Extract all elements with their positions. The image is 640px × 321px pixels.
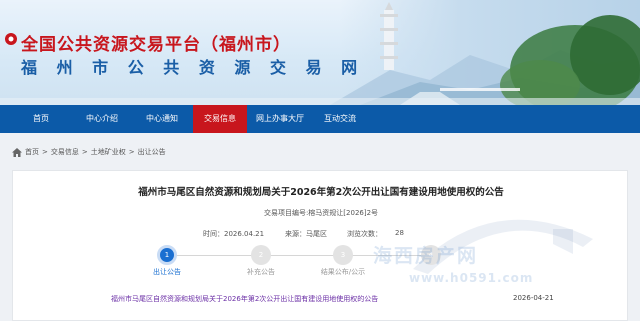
breadcrumb-home[interactable]: 首页 [25,147,39,157]
step-1-label[interactable]: 出让公告 [137,267,197,277]
publish-time: 时间：2026.04.21 [203,230,265,238]
nav-online-hall[interactable]: 网上办事大厅 [250,105,310,133]
project-code: 交易项目编号:榕马资规让[2026]2号 [263,209,379,217]
step-2-label[interactable]: 补充公告 [231,267,291,277]
step-3-circle[interactable]: 3 [333,245,353,265]
site-header: 全国公共资源交易平台（福州市） 福 州 市 公 共 资 源 交 易 网 [0,0,640,105]
main-nav: 首页 中心介绍 中心通知 交易信息 网上办事大厅 互动交流 [0,105,640,133]
announcement-date: 2026-04-21 [513,294,554,302]
watermark-text: 海西房产网 [373,245,479,267]
home-icon [12,147,22,157]
step-2-circle[interactable]: 2 [251,245,271,265]
site-subtitle: 福 州 市 公 共 资 源 交 易 网 [21,58,365,77]
nav-interaction[interactable]: 互动交流 [314,105,366,133]
article-title: 福州市马尾区自然资源和规划局关于2026年第2次公开出让国有建设用地使用权的公告 [138,187,504,198]
view-count: 28 [395,229,404,237]
breadcrumb-separator: > [128,148,135,156]
article-card: 福州市马尾区自然资源和规划局关于2026年第2次公开出让国有建设用地使用权的公告… [12,170,628,321]
breadcrumb-trade-info[interactable]: 交易信息 [51,147,79,157]
nav-center-intro[interactable]: 中心介绍 [74,105,130,133]
breadcrumb: 首页 > 交易信息 > 土地矿业权 > 出让公告 [12,146,166,158]
breadcrumb-separator: > [42,148,48,156]
view-count-label: 浏览次数： [347,230,382,238]
source: 来源：马尾区 [285,230,327,238]
watermark-url: www.h0591.com [409,271,534,285]
nav-trade-info[interactable]: 交易信息 [193,105,247,133]
nav-home[interactable]: 首页 [18,105,64,133]
step-1-circle[interactable]: 1 [157,245,177,265]
nav-center-notice[interactable]: 中心通知 [134,105,190,133]
breadcrumb-land-mining[interactable]: 土地矿业权 [91,147,126,157]
platform-logo-icon [5,33,17,45]
platform-title: 全国公共资源交易平台（福州市） [21,35,291,55]
step-3-label[interactable]: 结果公布/公示 [313,267,373,277]
breadcrumb-current: 出让公告 [137,148,166,156]
breadcrumb-separator: > [81,148,88,156]
announcement-link[interactable]: 福州市马尾区自然资源和规划局关于2026年第2次公开出让国有建设用地使用权的公告 [111,294,378,304]
